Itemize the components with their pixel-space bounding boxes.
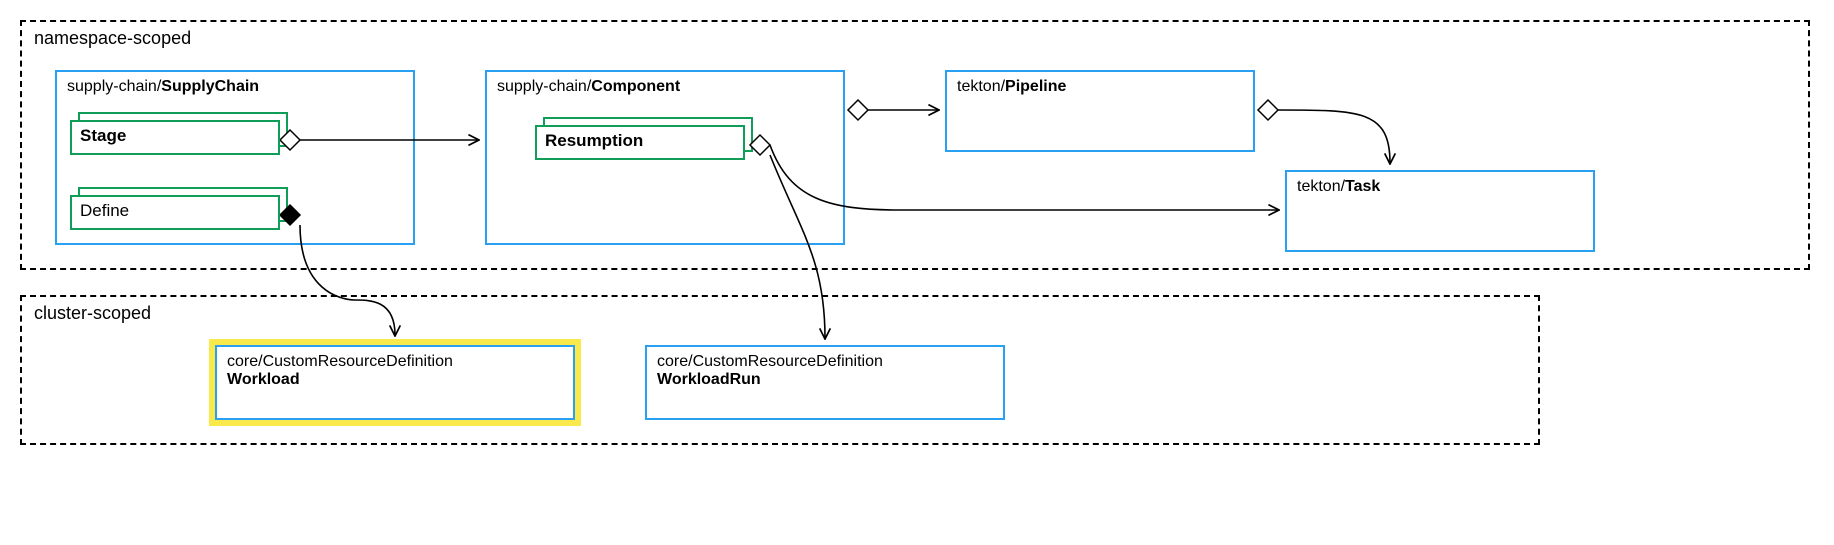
box-workloadrun-prefix: core/CustomResourceDefinition — [657, 353, 993, 371]
card-stage: Stage — [70, 120, 280, 155]
box-workloadrun-name: WorkloadRun — [657, 371, 993, 389]
scope-cluster-label: cluster-scoped — [34, 303, 151, 324]
card-define: Define — [70, 195, 280, 230]
box-component-prefix: supply-chain/ — [497, 78, 591, 95]
diagram-canvas: namespace-scoped cluster-scoped supply-c… — [0, 0, 1834, 545]
box-supplychain-name: SupplyChain — [161, 78, 259, 95]
box-workload: core/CustomResourceDefinition Workload — [215, 345, 575, 420]
box-task-name: Task — [1345, 178, 1380, 195]
box-pipeline-name: Pipeline — [1005, 78, 1066, 95]
card-resumption: Resumption — [535, 125, 745, 160]
box-component-name: Component — [591, 78, 680, 95]
box-supplychain-prefix: supply-chain/ — [67, 78, 161, 95]
scope-namespace-label: namespace-scoped — [34, 28, 191, 49]
box-workload-name: Workload — [227, 371, 563, 389]
box-task: tekton/Task — [1285, 170, 1595, 252]
box-task-prefix: tekton/ — [1297, 178, 1345, 195]
box-workload-prefix: core/CustomResourceDefinition — [227, 353, 563, 371]
box-pipeline-prefix: tekton/ — [957, 78, 1005, 95]
box-pipeline: tekton/Pipeline — [945, 70, 1255, 152]
box-workloadrun: core/CustomResourceDefinition WorkloadRu… — [645, 345, 1005, 420]
